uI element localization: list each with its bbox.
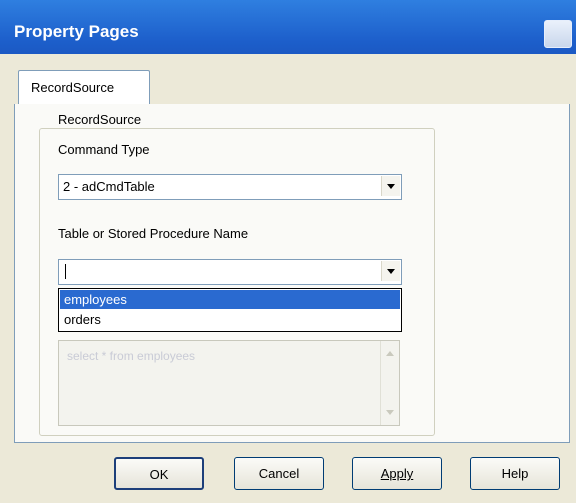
command-text-area[interactable]: select * from employees xyxy=(58,340,400,426)
vertical-scrollbar[interactable] xyxy=(380,341,399,425)
scroll-down-icon[interactable] xyxy=(386,410,394,415)
command-type-value: 2 - adCmdTable xyxy=(63,179,155,194)
table-proc-label: Table or Stored Procedure Name xyxy=(58,226,249,241)
tab-label: RecordSource xyxy=(31,80,115,95)
help-button[interactable]: Help xyxy=(470,457,560,490)
chevron-down-icon[interactable] xyxy=(381,261,400,281)
cancel-button[interactable]: Cancel xyxy=(234,457,324,490)
chevron-down-icon[interactable] xyxy=(381,176,400,196)
group-title: RecordSource xyxy=(54,112,146,127)
command-type-label: Command Type xyxy=(58,142,150,157)
ok-button[interactable]: OK xyxy=(114,457,204,490)
close-button[interactable] xyxy=(544,20,572,48)
tab-recordsource[interactable]: RecordSource xyxy=(18,70,150,105)
command-text-placeholder: select * from employees xyxy=(67,349,196,363)
window-title: Property Pages xyxy=(14,22,139,41)
text-caret xyxy=(65,264,66,279)
command-type-combo[interactable]: 2 - adCmdTable xyxy=(58,174,402,200)
table-proc-combo[interactable] xyxy=(58,259,402,285)
scroll-up-icon[interactable] xyxy=(386,351,394,356)
dropdown-option-employees[interactable]: employees xyxy=(60,290,400,309)
dropdown-option-orders[interactable]: orders xyxy=(60,310,400,329)
apply-button[interactable]: Apply xyxy=(352,457,442,490)
table-proc-dropdown-list: employees orders xyxy=(58,288,402,332)
